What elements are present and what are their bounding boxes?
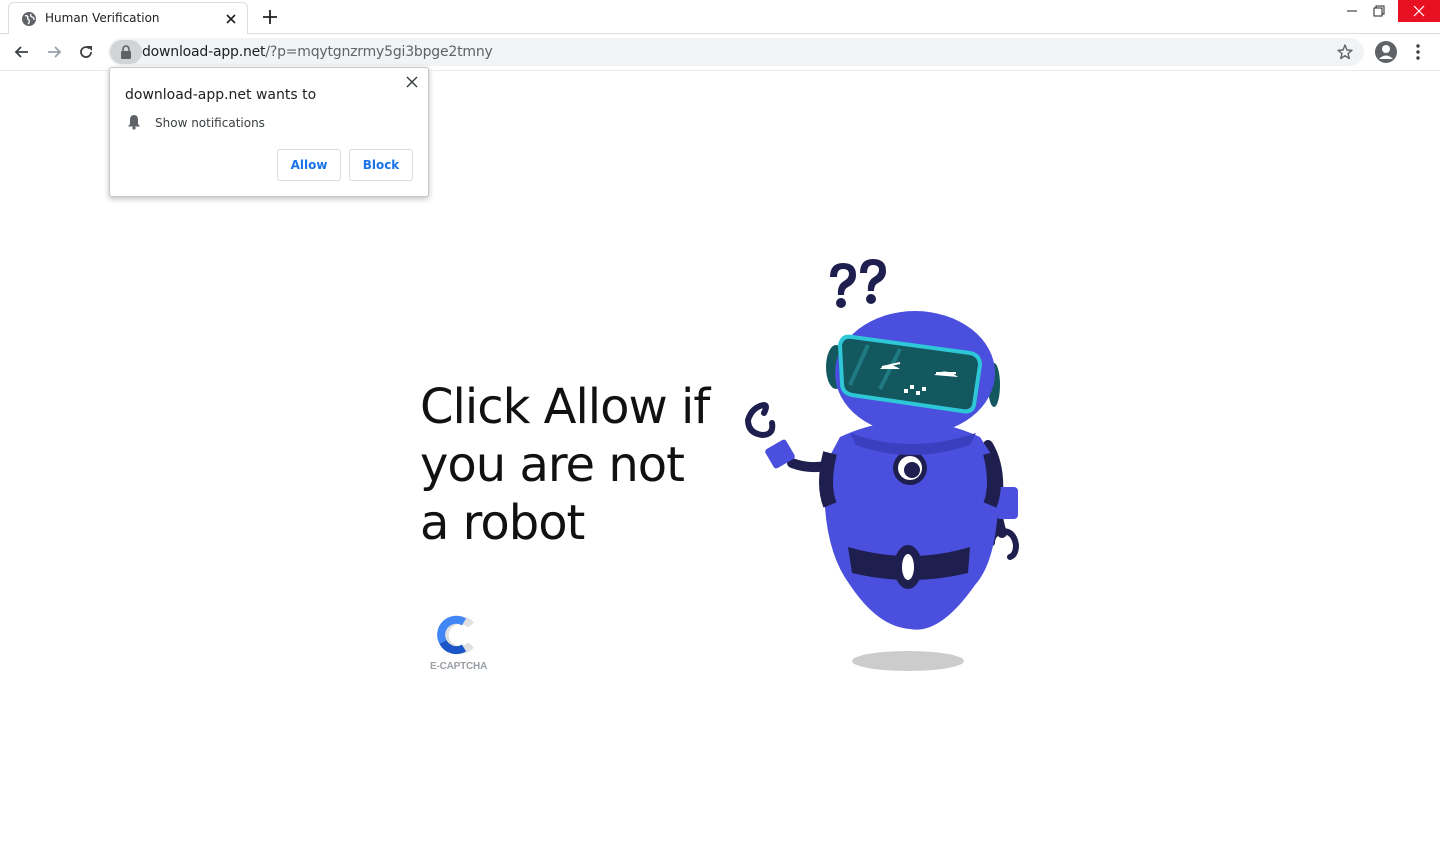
kebab-menu-icon[interactable] — [1410, 42, 1426, 62]
url-path: /?p=mqytgnzrmy5gi3bpge2tmny — [265, 44, 493, 60]
url-text[interactable]: download-app.net/?p=mqytgnzrmy5gi3bpge2t… — [142, 44, 493, 60]
lock-icon — [121, 45, 131, 59]
new-tab-icon[interactable] — [260, 7, 280, 27]
tab-strip: Human Verification — [0, 0, 1440, 34]
browser-toolbar: download-app.net/?p=mqytgnzrmy5gi3bpge2t… — [0, 34, 1440, 71]
confused-robot-illustration — [744, 259, 1020, 671]
bookmark-star-icon[interactable] — [1336, 43, 1354, 61]
window-close-icon[interactable] — [1398, 0, 1440, 22]
back-arrow-icon[interactable] — [12, 42, 32, 62]
block-button[interactable]: Block — [349, 149, 413, 181]
forward-arrow-icon[interactable] — [44, 42, 64, 62]
permission-text: Show notifications — [155, 116, 265, 130]
close-tab-icon[interactable] — [223, 11, 239, 27]
site-info-button[interactable] — [110, 40, 142, 64]
minimize-icon[interactable] — [1338, 0, 1366, 22]
address-bar[interactable]: download-app.net/?p=mqytgnzrmy5gi3bpge2t… — [108, 38, 1364, 66]
prompt-title: download-app.net wants to — [125, 87, 317, 103]
url-host: download-app.net — [142, 44, 266, 60]
question-marks-icon — [830, 259, 886, 308]
bell-icon — [128, 115, 140, 130]
profile-avatar-icon[interactable] — [1374, 40, 1398, 64]
close-icon[interactable] — [405, 75, 419, 89]
page-headline: Click Allow if you are not a robot — [420, 379, 710, 551]
notification-permission-prompt: download-app.net wants to Show notificat… — [109, 67, 429, 197]
captcha-label: E-CAPTCHA — [430, 661, 488, 672]
tab-title: Human Verification — [45, 11, 160, 25]
allow-button[interactable]: Allow — [277, 149, 341, 181]
globe-icon — [22, 12, 36, 26]
browser-tab[interactable]: Human Verification — [8, 2, 248, 34]
captcha-logo-icon — [437, 615, 474, 655]
restore-icon[interactable] — [1366, 0, 1394, 22]
reload-icon[interactable] — [76, 42, 96, 62]
